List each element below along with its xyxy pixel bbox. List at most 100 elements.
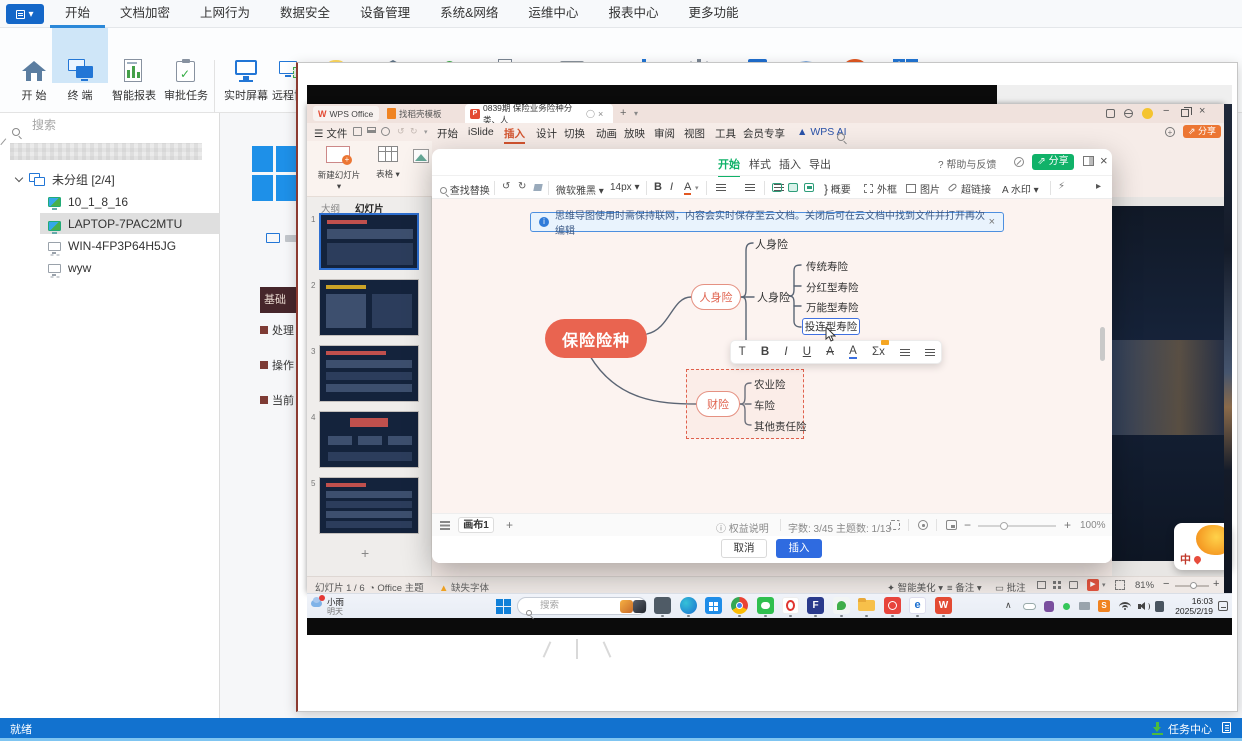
mindmap-leaf[interactable]: 车险 [754, 398, 775, 413]
toolbar-next-icon[interactable]: ▸ [1096, 181, 1101, 192]
find-replace-button[interactable]: 查找替换 [440, 182, 490, 197]
dialog-tab-export[interactable]: 导出 [809, 156, 831, 172]
help-feedback-button[interactable]: ? 帮助与反馈 [938, 156, 996, 171]
tab-list-icon[interactable]: ▾ [634, 109, 638, 118]
text-button[interactable]: T [739, 346, 746, 358]
red-app-icon[interactable] [884, 597, 901, 614]
menu-more[interactable]: 更多功能 [673, 0, 753, 28]
insert-sibling-icon[interactable] [804, 183, 814, 192]
wps-menu-review[interactable]: 审阅 [654, 126, 675, 141]
add-slide-button[interactable]: + [361, 545, 369, 561]
missing-font-warning[interactable]: ▲ 缺失字体 [439, 580, 489, 594]
insert-button[interactable]: 插入 [776, 539, 822, 558]
f-app-icon[interactable]: F [807, 597, 824, 614]
font-color-button[interactable]: A [849, 345, 857, 359]
insert-image-button-partial[interactable] [413, 149, 429, 163]
device-item[interactable]: wyw [48, 259, 91, 277]
home-button[interactable]: 开 始 [8, 59, 60, 103]
wps-menu-tools[interactable]: 工具 [715, 126, 736, 141]
mindmap-root-node[interactable]: 保险险种 [545, 319, 647, 358]
slideshow-dropdown-icon[interactable]: ▾ [1102, 581, 1106, 589]
zoom-in-button[interactable]: + [1064, 518, 1071, 532]
insert-subtopic-icon[interactable] [788, 183, 798, 192]
export-icon[interactable] [381, 127, 390, 136]
mindmap-node-caixian[interactable]: 财险 [696, 391, 740, 417]
wps-menu-view[interactable]: 视图 [684, 126, 705, 141]
bold-button[interactable]: B [654, 181, 662, 193]
wps-menu-slideshow[interactable]: 放映 [624, 126, 645, 141]
insert-image-button[interactable]: 图片 [906, 181, 940, 196]
microsoft-store-icon[interactable] [705, 597, 722, 614]
menu-ops-center[interactable]: 运维中心 [513, 0, 593, 28]
task-center-button[interactable]: 任务中心 [1168, 721, 1212, 737]
canvas-tab[interactable]: 画布1 [458, 517, 494, 533]
italic-button[interactable]: I [670, 181, 673, 193]
office-theme[interactable]: ◔ Office 主题 [369, 580, 424, 594]
redo-icon[interactable]: ↻ [518, 181, 526, 192]
canvas-list-icon[interactable] [440, 521, 450, 530]
wifi-icon[interactable] [1119, 602, 1131, 611]
sidebar-group-unassigned[interactable]: 未分组 [2/4] [14, 170, 115, 188]
frame-button[interactable]: 外框 [864, 181, 897, 196]
ime-tray-icon[interactable] [1079, 602, 1090, 610]
formula-button[interactable]: Σx [872, 340, 890, 358]
save-icon[interactable] [353, 127, 362, 136]
device-item[interactable]: WIN-4FP3P64H5JG [48, 237, 176, 255]
dialog-close-icon[interactable]: × [1100, 153, 1108, 168]
weather-day[interactable]: 明天 [327, 606, 343, 617]
volume-icon[interactable] [1138, 602, 1150, 611]
realtime-screen-button[interactable]: 实时屏幕 [220, 59, 272, 103]
zoom-in-button[interactable]: + [1213, 578, 1219, 590]
wps-menu-member[interactable]: 会员专享 [743, 126, 785, 141]
slide-thumbnail-5[interactable] [319, 477, 419, 534]
font-color-button[interactable]: A [684, 181, 692, 195]
terminal-button[interactable]: 终 端 [54, 59, 106, 103]
font-family-select[interactable]: 微软雅黑 ▾ [556, 182, 604, 197]
slide-thumbnail-4[interactable] [319, 411, 419, 468]
redo-icon[interactable]: ↻ [410, 126, 418, 137]
mindmap-node-renshen[interactable]: 人身险 [691, 284, 741, 310]
italic-button[interactable]: I [784, 346, 787, 358]
close-button[interactable]: × [1199, 105, 1205, 117]
popout-window-icon[interactable] [1083, 156, 1094, 166]
cancel-button[interactable]: 取消 [721, 539, 767, 558]
tray-expand-icon[interactable]: ∧ [1005, 600, 1012, 611]
quickbar-dropdown-icon[interactable]: ▾ [424, 128, 428, 136]
print-icon[interactable] [367, 127, 376, 133]
green-status-tray-icon[interactable] [1063, 603, 1070, 610]
minimap-icon[interactable] [946, 520, 957, 530]
underline-button[interactable]: U [803, 346, 811, 358]
watermark-button[interactable]: A 水印 ▾ [1002, 181, 1039, 196]
rights-info[interactable]: ⓘ 权益说明 [716, 520, 769, 535]
strikethrough-button[interactable]: A [826, 346, 834, 358]
clock-date[interactable]: 2025/2/19 [1169, 606, 1213, 616]
undo-icon[interactable]: ↺ [502, 181, 510, 192]
minimize-button[interactable]: − [1163, 105, 1169, 117]
start-button[interactable] [496, 599, 511, 614]
font-size-select[interactable]: 14px ▾ [610, 182, 640, 193]
mindmap-canvas[interactable]: i 思维导图使用时需保持联网，内容会实时保存至云文档。关闭后可在云文档中找到文件… [432, 199, 1112, 513]
redacted-tree-root[interactable] [10, 143, 202, 160]
docer-template-tab[interactable]: 找稻壳模板 [387, 106, 442, 121]
wps-menu-insert[interactable]: 插入 [504, 126, 525, 144]
device-item-selected[interactable]: LAPTOP-7PAC2MTU [40, 213, 220, 234]
menu-data-security[interactable]: 数据安全 [265, 0, 345, 28]
align-center-icon[interactable] [744, 183, 755, 191]
menu-report-center[interactable]: 报表中心 [593, 0, 673, 28]
slide-thumbnail-2[interactable] [319, 279, 419, 336]
mindmap-leaf[interactable]: 农业险 [754, 377, 786, 392]
locate-center-icon[interactable] [918, 520, 928, 530]
mindmap-leaf[interactable]: 其他责任险 [754, 419, 807, 434]
search-input[interactable] [32, 118, 182, 132]
security-tray-icon[interactable] [1155, 601, 1164, 612]
dialog-tab-style[interactable]: 样式 [749, 156, 771, 172]
sorter-view-icon[interactable] [1053, 581, 1062, 589]
zoom-out-button[interactable]: − [1163, 578, 1169, 590]
slide-thumbnail-3[interactable] [319, 345, 419, 402]
dialog-share-button[interactable]: ⇗ 分享 [1032, 154, 1074, 170]
zoom-slider[interactable] [978, 522, 1056, 530]
menu-system-network[interactable]: 系统&网络 [425, 0, 513, 28]
restore-button[interactable] [1181, 107, 1192, 117]
purple-app-tray-icon[interactable] [1044, 601, 1054, 612]
smart-beautify-button[interactable]: ✦ 智能美化 ▾ [887, 580, 943, 594]
